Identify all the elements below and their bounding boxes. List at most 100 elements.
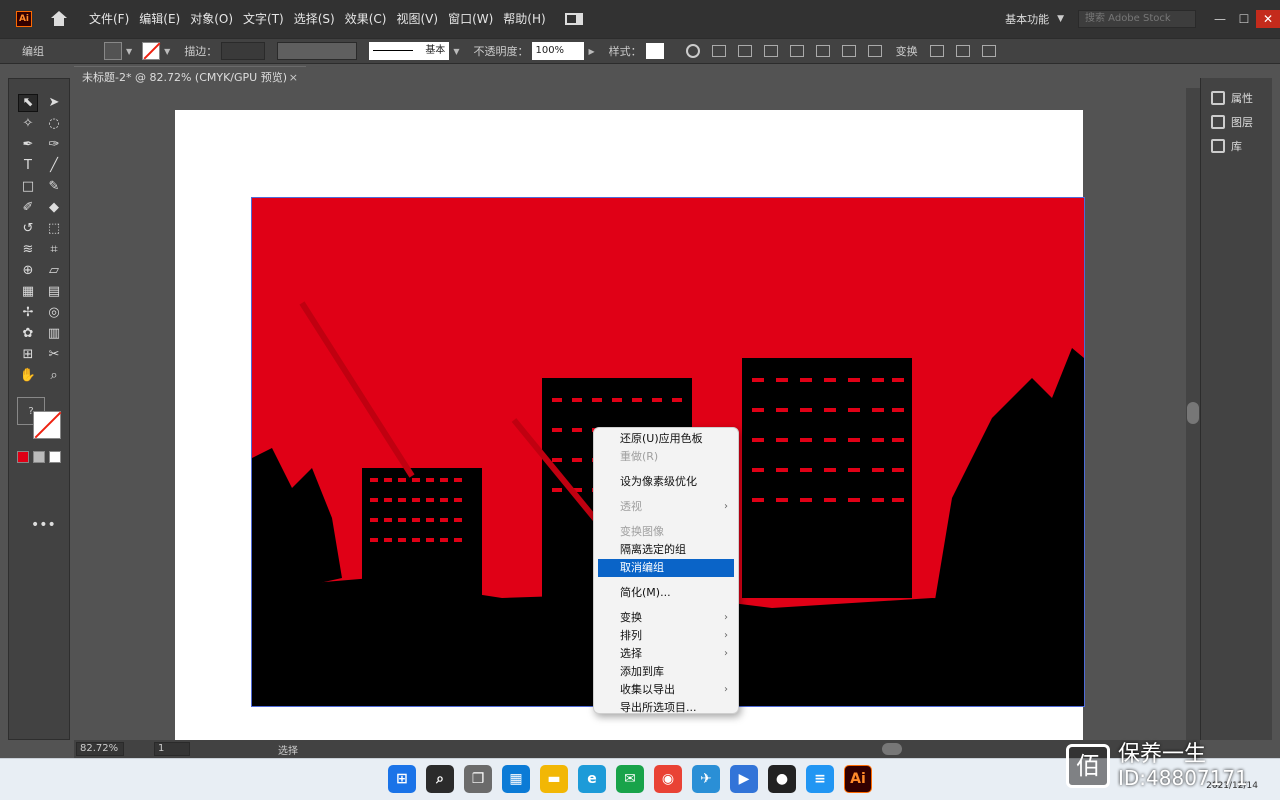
- ctx-undo[interactable]: 还原(U)应用色板: [594, 430, 738, 448]
- opacity-label[interactable]: 不透明度：: [473, 43, 528, 59]
- opacity-input[interactable]: 100%: [532, 42, 585, 60]
- align-to-icon[interactable]: [711, 45, 726, 57]
- align-right-icon[interactable]: [789, 45, 804, 57]
- ctx-select[interactable]: 选择 ›: [594, 645, 738, 663]
- menu-window[interactable]: 窗口(W): [443, 0, 498, 38]
- graphic-style-swatch[interactable]: [645, 43, 664, 59]
- pen-tool-icon[interactable]: ✒: [19, 137, 37, 153]
- qq-icon[interactable]: ●: [768, 765, 796, 793]
- stroke-label[interactable]: 描边：: [184, 43, 217, 59]
- panel-libraries[interactable]: 库: [1201, 134, 1272, 158]
- menu-view[interactable]: 视图(V): [391, 0, 443, 38]
- transform-label[interactable]: 变换: [896, 43, 918, 59]
- scale-tool-icon[interactable]: ⬚: [45, 221, 63, 237]
- recolor-artwork-icon[interactable]: [685, 44, 700, 58]
- ctx-add-to-library[interactable]: 添加到库: [594, 663, 738, 681]
- rotate-tool-icon[interactable]: ↺: [19, 221, 37, 237]
- artboard-tool-icon[interactable]: ⊞: [19, 347, 37, 363]
- direct-selection-tool-icon[interactable]: ➤: [45, 95, 63, 111]
- stroke-weight-input[interactable]: [221, 42, 266, 60]
- notepad-icon[interactable]: ≡: [806, 765, 834, 793]
- wechat-icon[interactable]: ✉: [616, 765, 644, 793]
- curvature-tool-icon[interactable]: ✑: [45, 137, 63, 153]
- minimize-button[interactable]: —: [1208, 10, 1232, 28]
- menu-type[interactable]: 文字(T): [238, 0, 289, 38]
- menu-file[interactable]: 文件(F): [84, 0, 134, 38]
- puppet-warp-icon[interactable]: [955, 45, 970, 57]
- shape-builder-tool-icon[interactable]: ⊕: [19, 263, 37, 279]
- column-graph-tool-icon[interactable]: ▥: [45, 326, 63, 342]
- eyedropper-tool-icon[interactable]: ✢: [19, 305, 37, 321]
- video-icon[interactable]: ▶: [730, 765, 758, 793]
- eraser-tool-icon[interactable]: ◆: [45, 200, 63, 216]
- menu-help[interactable]: 帮助(H): [498, 0, 550, 38]
- edit-toolbar-icon[interactable]: •••: [31, 517, 56, 533]
- horizontal-scroll-thumb[interactable]: [882, 743, 902, 755]
- none-mode-icon[interactable]: [49, 451, 61, 463]
- isolate-group-icon[interactable]: [929, 45, 944, 57]
- browser-icon[interactable]: e: [578, 765, 606, 793]
- close-tab-icon[interactable]: ×: [289, 67, 298, 89]
- close-window-button[interactable]: ✕: [1256, 10, 1280, 28]
- ctx-export-selection[interactable]: 导出所选项目...: [594, 699, 738, 717]
- selection-tool-icon[interactable]: ⬉: [18, 94, 38, 112]
- align-top-icon[interactable]: [815, 45, 830, 57]
- chevron-right-icon[interactable]: ▶: [588, 47, 594, 56]
- shaper-tool-icon[interactable]: ✐: [19, 200, 37, 216]
- rectangle-tool-icon[interactable]: □: [19, 179, 37, 195]
- stroke-swatch[interactable]: [142, 42, 161, 60]
- ctx-simplify[interactable]: 简化(M)...: [594, 584, 738, 602]
- variable-width-profile[interactable]: [277, 42, 358, 60]
- task-view-icon[interactable]: ❐: [464, 765, 492, 793]
- panel-properties[interactable]: 属性: [1201, 86, 1272, 110]
- symbol-sprayer-tool-icon[interactable]: ✿: [19, 326, 37, 342]
- menu-object[interactable]: 对象(O): [185, 0, 238, 38]
- ctx-isolate-group[interactable]: 隔离选定的组: [594, 541, 738, 559]
- zoom-level-input[interactable]: 82.72%: [76, 742, 124, 756]
- magic-wand-tool-icon[interactable]: ✧: [19, 116, 37, 132]
- lasso-tool-icon[interactable]: ◌: [45, 116, 63, 132]
- align-center-icon[interactable]: [763, 45, 778, 57]
- ctx-pixel-optimize[interactable]: 设为像素级优化: [594, 473, 738, 491]
- hand-tool-icon[interactable]: ✋: [19, 368, 37, 384]
- align-bottom-icon[interactable]: [867, 45, 882, 57]
- align-middle-icon[interactable]: [841, 45, 856, 57]
- blend-tool-icon[interactable]: ◎: [45, 305, 63, 321]
- maximize-button[interactable]: ☐: [1232, 10, 1256, 28]
- mesh-tool-icon[interactable]: ▦: [19, 284, 37, 300]
- messenger-icon[interactable]: ✈: [692, 765, 720, 793]
- ctx-collect-for-export[interactable]: 收集以导出 ›: [594, 681, 738, 699]
- ctx-arrange[interactable]: 排列 ›: [594, 627, 738, 645]
- chevron-down-icon[interactable]: ▼: [1057, 14, 1064, 24]
- arrange-documents-icon[interactable]: [564, 13, 583, 25]
- chevron-down-icon[interactable]: ▼: [453, 47, 459, 56]
- stock-search-input[interactable]: 搜索 Adobe Stock: [1078, 10, 1196, 28]
- gradient-mode-icon[interactable]: [33, 451, 45, 463]
- widgets-icon[interactable]: ▦: [502, 765, 530, 793]
- zoom-tool-icon[interactable]: ⌕: [45, 368, 63, 384]
- chevron-down-icon[interactable]: ▼: [164, 47, 170, 56]
- stroke-color-box[interactable]: [33, 411, 61, 439]
- artboard-number-input[interactable]: 1: [154, 742, 190, 756]
- fill-stroke-widget[interactable]: ?: [17, 397, 63, 439]
- document-tab[interactable]: 未标题-2* @ 82.72% (CMYK/GPU 预览) ×: [74, 66, 306, 88]
- line-tool-icon[interactable]: ╱: [45, 158, 63, 174]
- ctx-transform[interactable]: 变换 ›: [594, 609, 738, 627]
- ctx-ungroup[interactable]: 取消编组: [598, 559, 734, 577]
- panel-layers[interactable]: 图层: [1201, 110, 1272, 134]
- vertical-scroll-thumb[interactable]: [1187, 402, 1199, 424]
- start-icon[interactable]: ⊞: [388, 765, 416, 793]
- search-icon[interactable]: ⌕: [426, 765, 454, 793]
- menu-select[interactable]: 选择(S): [289, 0, 340, 38]
- align-left-icon[interactable]: [737, 45, 752, 57]
- file-explorer-icon[interactable]: ▬: [540, 765, 568, 793]
- fill-swatch[interactable]: [104, 42, 122, 60]
- home-icon[interactable]: [50, 11, 68, 27]
- illustrator-taskbar-icon[interactable]: Ai: [844, 765, 872, 793]
- shape-builder-icon[interactable]: [981, 45, 996, 57]
- brush-definition[interactable]: 基本: [369, 42, 450, 60]
- chrome-icon[interactable]: ◉: [654, 765, 682, 793]
- perspective-grid-tool-icon[interactable]: ▱: [45, 263, 63, 279]
- free-transform-tool-icon[interactable]: ⌗: [45, 242, 63, 258]
- paintbrush-tool-icon[interactable]: ✎: [45, 179, 63, 195]
